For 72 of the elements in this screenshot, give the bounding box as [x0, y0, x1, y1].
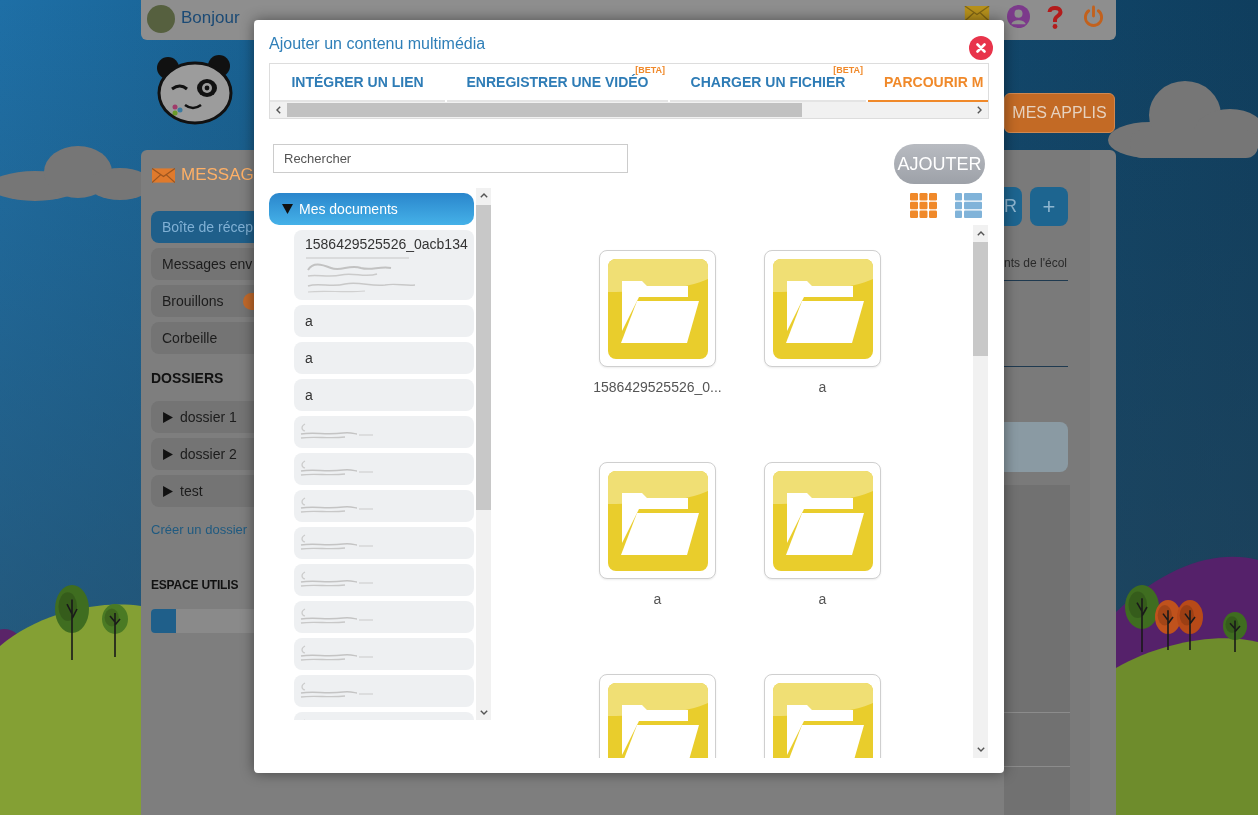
tree-item[interactable]: a	[294, 379, 474, 411]
mailbox-item[interactable]: Brouillons	[151, 285, 254, 317]
folder-icon	[772, 682, 873, 758]
file-name: a	[653, 591, 662, 607]
tree-item[interactable]	[294, 453, 474, 485]
apps-button[interactable]: MES APPLIS	[1004, 93, 1115, 133]
folder-tile[interactable]	[764, 250, 881, 367]
folder-tile[interactable]	[764, 462, 881, 579]
grid-view-icon[interactable]	[910, 193, 937, 218]
envelope-icon	[152, 167, 175, 183]
folder-tile[interactable]	[599, 250, 716, 367]
panda-logo-icon	[155, 55, 235, 125]
tab[interactable]: CHARGER UN FICHIER [BETA]	[670, 64, 866, 102]
folder-item[interactable]: test	[151, 475, 254, 507]
scrollbar-thumb[interactable]	[287, 103, 802, 117]
section-title: MESSAG	[181, 165, 254, 185]
power-icon[interactable]	[1083, 5, 1104, 28]
chevron-down-icon[interactable]	[479, 710, 488, 715]
tree-item[interactable]	[294, 638, 474, 670]
section-heading: DOSSIERS	[151, 370, 225, 386]
folder-tile[interactable]	[599, 462, 716, 579]
add-button[interactable]: AJOUTER	[894, 144, 985, 184]
user-icon[interactable]	[1007, 5, 1030, 28]
folder-icon	[607, 258, 708, 359]
tree-item[interactable]	[294, 490, 474, 522]
file-name: a	[818, 591, 827, 607]
folder-item[interactable]: dossier 1	[151, 401, 254, 433]
section-heading: ESPACE UTILIS	[151, 577, 240, 593]
tree-item[interactable]	[294, 416, 474, 448]
mailbox-item[interactable]: Messages env	[151, 248, 254, 280]
scrollbar-thumb[interactable]	[973, 242, 988, 356]
folder-tile[interactable]	[599, 674, 716, 758]
add-message-button[interactable]: +	[1030, 187, 1068, 226]
chevron-right-icon[interactable]	[977, 106, 982, 114]
avatar-photo	[147, 5, 175, 33]
folder-icon	[772, 258, 873, 359]
tree-item[interactable]: a	[294, 305, 474, 337]
tree-item[interactable]	[294, 564, 474, 596]
chevron-left-icon[interactable]	[276, 106, 281, 114]
folder-tile[interactable]	[764, 674, 881, 758]
tree-item[interactable]: a	[294, 342, 474, 374]
info-box	[1004, 422, 1068, 472]
folder-icon	[607, 682, 708, 758]
folder-icon	[607, 470, 708, 571]
chevron-down-icon[interactable]	[976, 747, 985, 752]
beta-label: [BETA]	[833, 65, 863, 75]
tree-item[interactable]	[294, 675, 474, 707]
search-field[interactable]: Rechercher	[273, 144, 628, 173]
tree-item[interactable]	[294, 601, 474, 633]
file-name: a	[818, 379, 827, 395]
chevron-up-icon[interactable]	[479, 193, 488, 198]
file-name: 1586429525526_0...	[593, 379, 722, 395]
create-folder-link[interactable]: Créer un dossier	[151, 522, 254, 538]
mailbox-item[interactable]: Boîte de récep	[151, 211, 254, 243]
scrollbar-thumb[interactable]	[476, 205, 491, 510]
tree-item[interactable]: 1586429525526_0acb134	[294, 230, 474, 300]
mailbox-item[interactable]: Corbeille	[151, 322, 254, 354]
chevron-up-icon[interactable]	[976, 231, 985, 236]
folder-icon	[772, 470, 873, 571]
folder-item[interactable]: dossier 2	[151, 438, 254, 470]
tab-label: nts de l'écol	[1004, 255, 1068, 271]
beta-label: [BETA]	[635, 65, 665, 75]
tree-item[interactable]	[294, 527, 474, 559]
list-view-icon[interactable]	[955, 193, 982, 218]
tab[interactable]: ENREGISTRER UNE VIDÉO [BETA]	[447, 64, 668, 102]
help-icon[interactable]	[1047, 5, 1063, 29]
dialog-title: Ajouter un contenu multimédia	[269, 33, 486, 54]
action-button[interactable]: R	[1004, 187, 1022, 226]
close-button[interactable]	[969, 35, 993, 60]
close-icon	[976, 42, 986, 53]
greeting-text: Bonjour	[181, 7, 240, 29]
tree-root-item[interactable]: Mes documents	[269, 193, 474, 225]
